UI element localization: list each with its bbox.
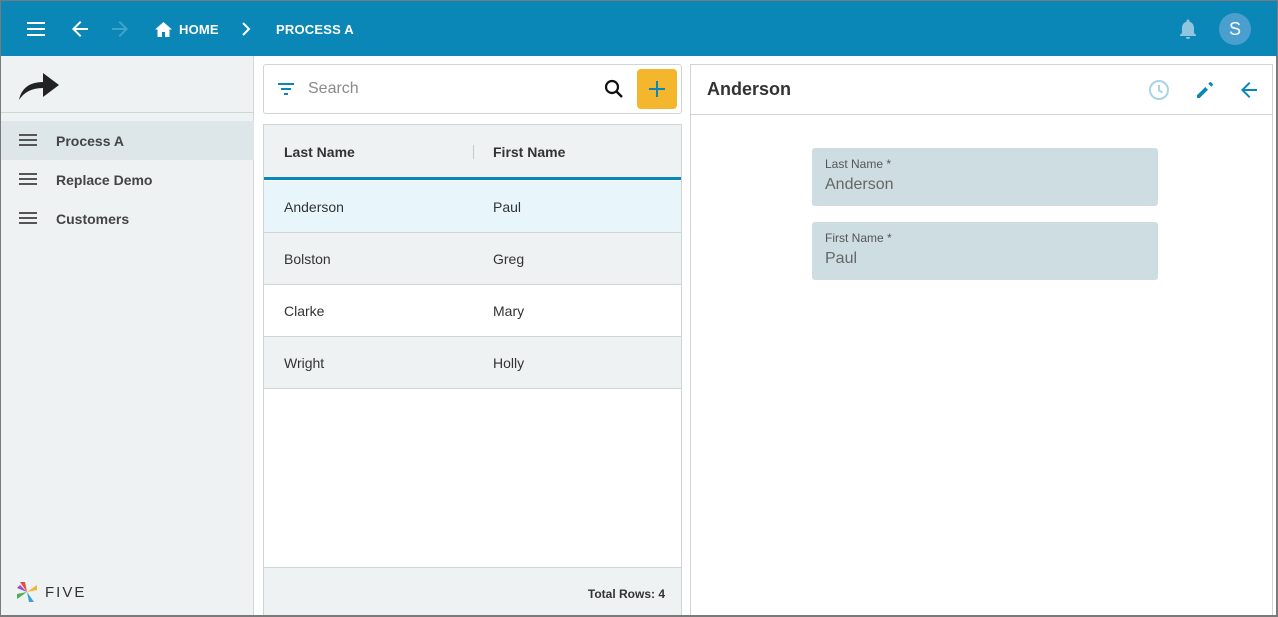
avatar-initial: S — [1228, 18, 1241, 39]
records-table: Last Name First Name Anderson Paul Bolst… — [263, 124, 682, 617]
cell-last-name: Wright — [284, 355, 325, 371]
table-footer: Total Rows: 4 — [264, 567, 681, 617]
cell-first-name: Greg — [493, 251, 525, 267]
avatar[interactable]: S — [1219, 13, 1251, 45]
last-name-value: Anderson — [825, 176, 894, 193]
list-icon — [19, 173, 37, 185]
column-header-first-name[interactable]: First Name — [493, 144, 565, 160]
breadcrumb-process-a-label: PROCESS A — [276, 21, 354, 37]
edit-pencil-icon[interactable] — [1193, 78, 1217, 102]
cell-first-name: Paul — [493, 199, 522, 215]
sidebar-item-label: Process A — [56, 132, 124, 149]
search-input[interactable] — [308, 77, 588, 101]
brand-name: FIVE — [45, 583, 87, 601]
five-logo: FIVE — [15, 580, 86, 604]
cell-last-name: Bolston — [284, 251, 331, 267]
sidebar-item-replace-demo[interactable]: Replace Demo — [1, 160, 254, 199]
total-rows: Total Rows: 4 — [587, 587, 665, 601]
sidebar-item-label: Customers — [56, 210, 130, 227]
detail-panel: Anderson Last Name * Anderson First Name… — [690, 64, 1273, 617]
add-record-button[interactable] — [637, 69, 677, 109]
cell-last-name: Clarke — [284, 303, 325, 319]
chevron-right-icon — [232, 15, 260, 43]
cell-last-name: Anderson — [284, 199, 344, 215]
back-arrow-icon[interactable] — [1237, 78, 1261, 102]
search-icon[interactable] — [604, 79, 624, 99]
breadcrumb-home[interactable]: HOME — [155, 20, 219, 38]
redo-arrow-icon — [19, 73, 59, 100]
last-name-label: Last Name * — [825, 157, 892, 171]
detail-header: Anderson — [691, 65, 1272, 115]
history-icon[interactable] — [1147, 78, 1171, 102]
sidebar-item-label: Replace Demo — [56, 171, 153, 188]
sidebar-item-process-a[interactable]: Process A — [1, 121, 254, 160]
column-header-last-name[interactable]: Last Name — [284, 144, 355, 160]
first-name-label: First Name * — [825, 231, 892, 245]
detail-title: Anderson — [707, 79, 792, 99]
bell-icon[interactable] — [1174, 15, 1202, 43]
plus-icon — [649, 81, 665, 97]
column-divider — [473, 145, 474, 159]
filter-icon[interactable] — [277, 81, 295, 97]
breadcrumb-home-label: HOME — [179, 21, 219, 37]
forward-arrow-icon[interactable] — [106, 15, 134, 43]
home-icon — [155, 21, 172, 37]
back-arrow-icon[interactable] — [66, 15, 94, 43]
menu-icon[interactable] — [22, 15, 50, 43]
app-bar: HOME PROCESS A S — [0, 0, 1278, 56]
breadcrumb-process-a[interactable]: PROCESS A — [276, 20, 354, 38]
cell-first-name: Holly — [493, 355, 525, 371]
cell-first-name: Mary — [493, 303, 525, 319]
first-name-value: Paul — [825, 250, 858, 267]
list-icon — [19, 134, 37, 146]
table-row[interactable]: Bolston Greg — [264, 233, 681, 285]
sidebar-item-customers[interactable]: Customers — [1, 199, 254, 238]
table-row[interactable]: Wright Holly — [264, 337, 681, 389]
table-header: Last Name First Name — [264, 125, 681, 180]
five-logo-icon — [17, 582, 37, 602]
first-name-field[interactable]: First Name * Paul — [812, 222, 1158, 280]
list-icon — [19, 212, 37, 224]
search-bar — [263, 64, 682, 114]
sidebar: Process A Replace Demo Customers FIVE — [0, 56, 254, 617]
sidebar-header — [1, 56, 254, 113]
table-row[interactable]: Clarke Mary — [264, 285, 681, 337]
table-row[interactable]: Anderson Paul — [264, 181, 681, 233]
last-name-field[interactable]: Last Name * Anderson — [812, 148, 1158, 206]
